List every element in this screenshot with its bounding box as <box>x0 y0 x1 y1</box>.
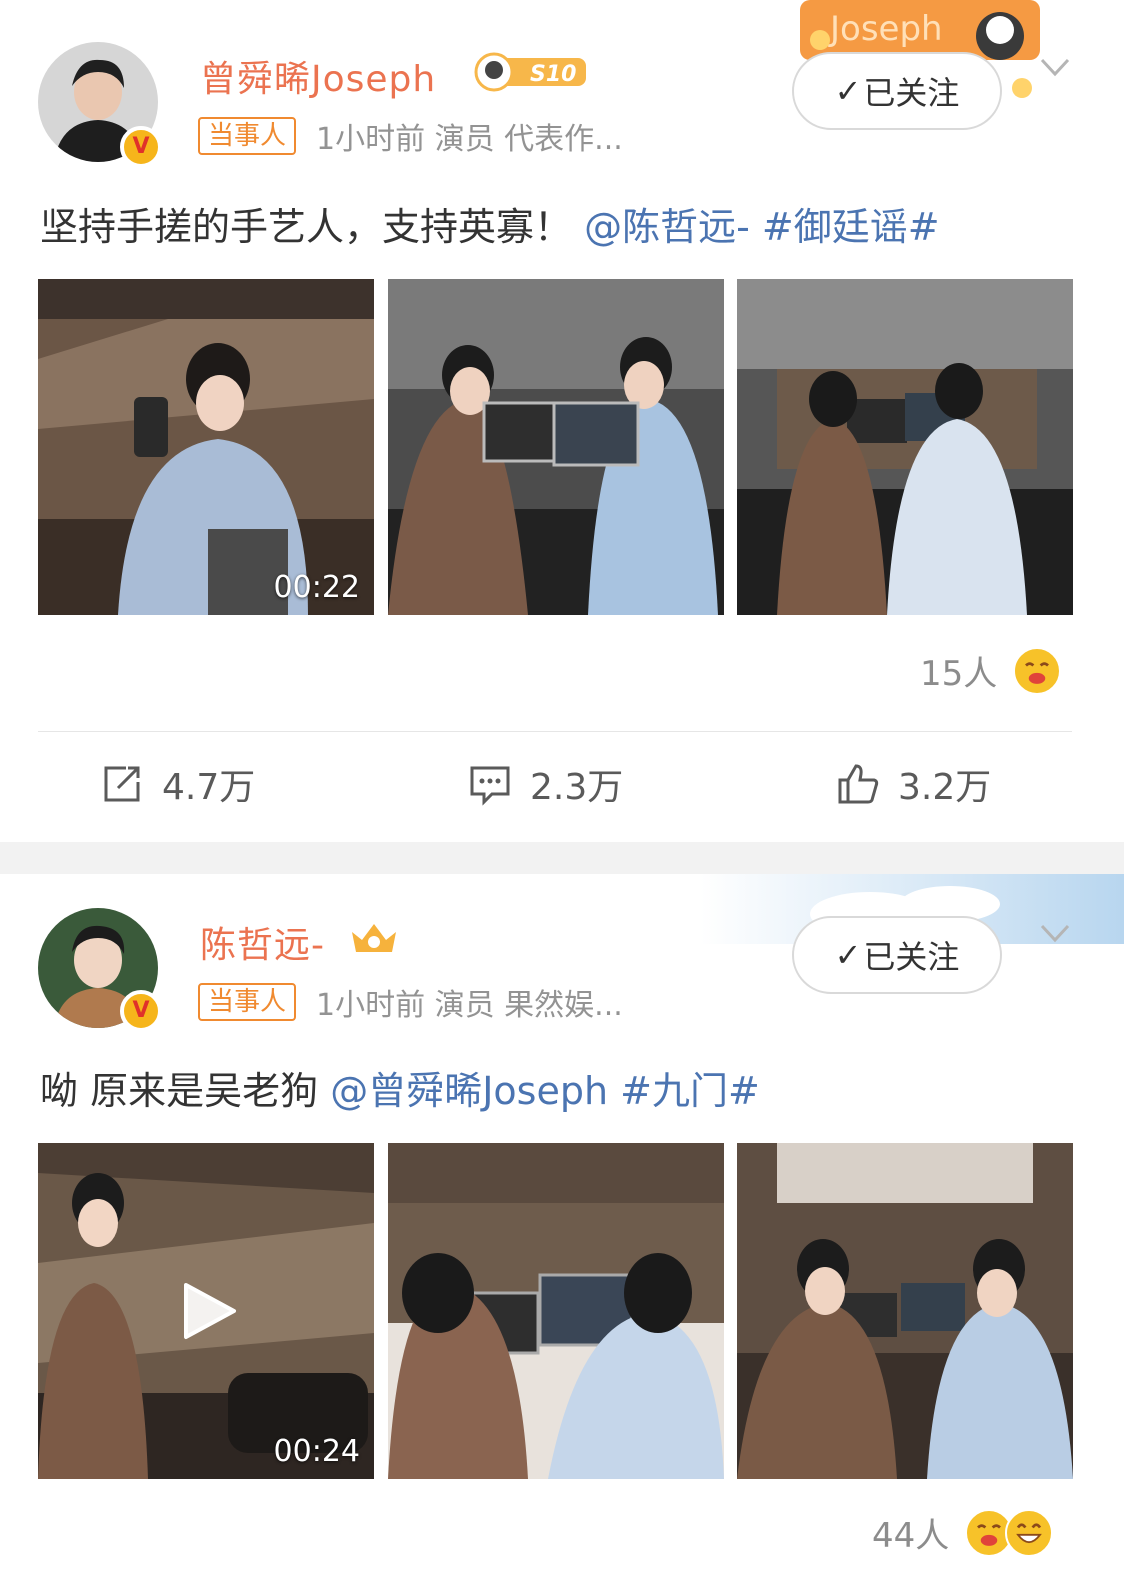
photo-image <box>388 1143 724 1479</box>
like-count: 3.2万 <box>898 767 992 808</box>
post-text-body: 坚持手搓的手艺人，支持英寡！ <box>40 205 573 249</box>
emoji-reaction-icon <box>1005 1508 1054 1557</box>
username[interactable]: 曾舜晞Joseph <box>200 50 436 102</box>
emoji-reaction-icon <box>1013 646 1062 695</box>
photo-image <box>388 279 724 615</box>
post-separator <box>0 842 1124 874</box>
vip-badge-text: S10 <box>530 62 576 87</box>
follow-button-label: 已关注 <box>863 74 960 112</box>
photo-image <box>737 1143 1073 1479</box>
weibo-post: Joseph V 曾舜晞Joseph S10 当事人 1小时前 演员 代表作..… <box>0 0 1124 842</box>
repost-count: 4.7万 <box>162 767 256 808</box>
photo-thumbnail[interactable] <box>737 279 1073 615</box>
like-icon <box>838 764 879 804</box>
repost-button[interactable]: 4.7万 <box>100 758 255 810</box>
party-tag: 当事人 <box>198 983 297 1021</box>
username[interactable]: 陈哲远- <box>200 916 325 968</box>
post-text: 呦 原来是吴老狗 @曾舜晞Joseph #九门# <box>40 1060 760 1115</box>
post-text: 坚持手搓的手艺人，支持英寡！ @陈哲远- #御廷谣# <box>40 196 940 251</box>
video-thumbnail[interactable]: 00:22 <box>38 279 374 615</box>
post-text-body: 呦 原来是吴老狗 <box>40 1069 319 1113</box>
checkmark-icon: ✓ <box>834 72 862 110</box>
follow-button[interactable]: ✓ 已关注 <box>792 916 1002 994</box>
verified-v-icon: V <box>120 990 162 1032</box>
meta-text: 1小时前 演员 果然娱... <box>316 988 623 1023</box>
follow-button[interactable]: ✓ 已关注 <box>792 52 1002 130</box>
meta-text: 1小时前 演员 代表作... <box>316 122 623 157</box>
weibo-post: V 陈哲远- 当事人 1小时前 演员 果然娱... ✓ 已关注 呦 原来是吴老狗… <box>0 874 1124 1589</box>
checkmark-icon: ✓ <box>834 936 862 974</box>
photo-thumbnail[interactable] <box>388 279 724 615</box>
post-meta: 当事人 1小时前 演员 果然娱... <box>198 980 623 1024</box>
comment-button[interactable]: 2.3万 <box>468 758 623 810</box>
photo-thumbnail[interactable] <box>737 1143 1073 1479</box>
vip-badge-icon: S10 <box>474 52 586 92</box>
video-duration: 00:24 <box>273 1434 360 1469</box>
repost-icon <box>104 766 140 802</box>
photo-thumbnail[interactable] <box>388 1143 724 1479</box>
reactions[interactable]: 15人 <box>920 646 1062 695</box>
photo-image <box>38 279 374 615</box>
party-tag: 当事人 <box>198 117 297 155</box>
video-thumbnail[interactable]: 00:24 <box>38 1143 374 1479</box>
photo-image <box>737 279 1073 615</box>
crown-badge-icon <box>352 924 396 952</box>
comment-count: 2.3万 <box>530 767 624 808</box>
reaction-count: 15人 <box>920 654 998 694</box>
post-meta: 当事人 1小时前 演员 代表作... <box>198 114 623 158</box>
video-duration: 00:22 <box>273 570 360 605</box>
follow-button-label: 已关注 <box>863 938 960 976</box>
topic-link[interactable]: #九门# <box>620 1069 760 1113</box>
mention-link[interactable]: @陈哲远- <box>584 205 750 249</box>
topic-link[interactable]: #御廷谣# <box>762 205 940 249</box>
card-decoration-text: Joseph <box>828 9 943 49</box>
chevron-down-icon[interactable] <box>1040 52 1070 82</box>
like-button[interactable]: 3.2万 <box>836 758 991 810</box>
divider <box>38 731 1072 732</box>
reactions[interactable]: 44人 <box>872 1508 1054 1557</box>
chevron-down-icon[interactable] <box>1040 918 1070 948</box>
mention-link[interactable]: @曾舜晞Joseph <box>330 1069 608 1113</box>
play-icon[interactable] <box>178 1281 238 1341</box>
comment-icon <box>470 766 510 806</box>
verified-v-icon: V <box>120 126 162 168</box>
reaction-count: 44人 <box>872 1516 950 1556</box>
